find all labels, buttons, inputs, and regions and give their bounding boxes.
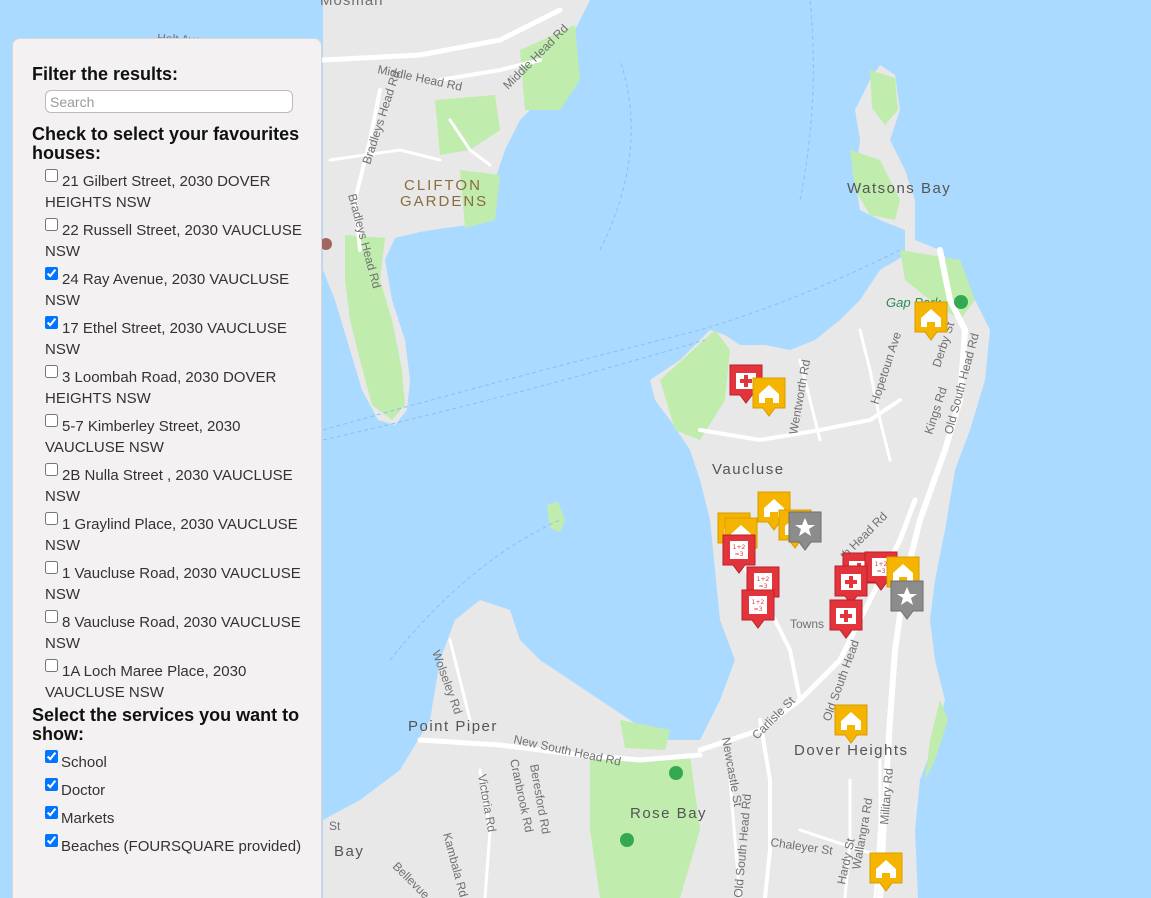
- house-address: 1 Graylind Place, 2030 VAUCLUSE NSW: [45, 516, 298, 554]
- filter-panel: Filter the results: Check to select your…: [12, 38, 322, 898]
- house-checkbox[interactable]: [45, 316, 58, 329]
- label-towns: Towns: [790, 617, 824, 631]
- house-item[interactable]: 1 Graylind Place, 2030 VAUCLUSE NSW: [45, 512, 309, 563]
- house-address: 22 Russell Street, 2030 VAUCLUSE NSW: [45, 222, 302, 260]
- service-item[interactable]: Markets: [45, 806, 309, 836]
- house-item[interactable]: 21 Gilbert Street, 2030 DOVER HEIGHTS NS…: [45, 169, 309, 220]
- house-checkbox[interactable]: [45, 365, 58, 378]
- label-bay: Bay: [334, 843, 364, 860]
- service-item[interactable]: School: [45, 750, 309, 780]
- house-address: 1 Vaucluse Road, 2030 VAUCLUSE NSW: [45, 565, 301, 603]
- service-checkbox[interactable]: [45, 750, 58, 763]
- house-checkbox[interactable]: [45, 610, 58, 623]
- house-checkbox[interactable]: [45, 267, 58, 280]
- park-pin-icon: [620, 833, 634, 847]
- house-item[interactable]: 24 Ray Avenue, 2030 VAUCLUSE NSW: [45, 267, 309, 318]
- house-item[interactable]: 17 Ethel Street, 2030 VAUCLUSE NSW: [45, 316, 309, 367]
- park-pin-icon: [669, 766, 683, 780]
- house-item[interactable]: 22 Russell Street, 2030 VAUCLUSE NSW: [45, 218, 309, 269]
- service-checkbox[interactable]: [45, 806, 58, 819]
- service-item[interactable]: Doctor: [45, 778, 309, 808]
- rose-bay-park: [590, 755, 700, 898]
- house-item[interactable]: 5-7 Kimberley Street, 2030 VAUCLUSE NSW: [45, 414, 309, 465]
- house-checkbox[interactable]: [45, 218, 58, 231]
- house-item[interactable]: 2B Nulla Street , 2030 VAUCLUSE NSW: [45, 463, 309, 514]
- service-item[interactable]: Beaches (FOURSQUARE provided): [45, 834, 309, 864]
- house-item[interactable]: 1A Loch Maree Place, 2030 VAUCLUSE NSW: [45, 659, 309, 710]
- house-address: 17 Ethel Street, 2030 VAUCLUSE NSW: [45, 320, 287, 358]
- house-checkbox[interactable]: [45, 561, 58, 574]
- label-gardens: GARDENS: [400, 193, 488, 210]
- house-item[interactable]: 8 Vaucluse Road, 2030 VAUCLUSE NSW: [45, 610, 309, 661]
- house-address: 21 Gilbert Street, 2030 DOVER HEIGHTS NS…: [45, 173, 271, 211]
- label-st: St: [329, 819, 341, 833]
- label-rose-bay: Rose Bay: [630, 805, 707, 822]
- service-label: School: [61, 754, 107, 771]
- label-vaucluse: Vaucluse: [712, 461, 785, 478]
- house-checkbox[interactable]: [45, 659, 58, 672]
- house-list: 21 Gilbert Street, 2030 DOVER HEIGHTS NS…: [45, 169, 309, 710]
- house-item[interactable]: 3 Loombah Road, 2030 DOVER HEIGHTS NSW: [45, 365, 309, 416]
- house-address: 3 Loombah Road, 2030 DOVER HEIGHTS NSW: [45, 369, 277, 407]
- house-checkbox[interactable]: [45, 512, 58, 525]
- label-point-piper: Point Piper: [408, 718, 498, 735]
- label-dover-heights: Dover Heights: [794, 742, 909, 759]
- label-mosman: Mosman: [320, 0, 384, 9]
- house-address: 1A Loch Maree Place, 2030 VAUCLUSE NSW: [45, 663, 247, 701]
- house-item[interactable]: 1 Vaucluse Road, 2030 VAUCLUSE NSW: [45, 561, 309, 612]
- park-pin-icon: [954, 295, 968, 309]
- house-address: 5-7 Kimberley Street, 2030 VAUCLUSE NSW: [45, 418, 241, 456]
- service-checkbox[interactable]: [45, 778, 58, 791]
- services-heading: Select the services you want to show:: [32, 705, 300, 744]
- search-input[interactable]: [45, 90, 293, 113]
- house-address: 2B Nulla Street , 2030 VAUCLUSE NSW: [45, 467, 293, 505]
- house-address: 24 Ray Avenue, 2030 VAUCLUSE NSW: [45, 271, 290, 309]
- label-watsons-bay: Watsons Bay: [847, 180, 951, 197]
- favourites-heading: Check to select your favourites houses:: [32, 124, 300, 163]
- house-address: 8 Vaucluse Road, 2030 VAUCLUSE NSW: [45, 614, 301, 652]
- service-label: Markets: [61, 810, 115, 827]
- service-label: Beaches (FOURSQUARE provided): [61, 838, 302, 855]
- services-list: School Doctor Markets Beaches (FOURSQUARE p…: [45, 750, 309, 864]
- service-checkbox[interactable]: [45, 834, 58, 847]
- house-checkbox[interactable]: [45, 414, 58, 427]
- house-checkbox[interactable]: [45, 463, 58, 476]
- label-clifton: CLIFTON: [404, 177, 482, 194]
- house-checkbox[interactable]: [45, 169, 58, 182]
- filter-heading: Filter the results:: [32, 64, 179, 84]
- service-label: Doctor: [61, 782, 106, 799]
